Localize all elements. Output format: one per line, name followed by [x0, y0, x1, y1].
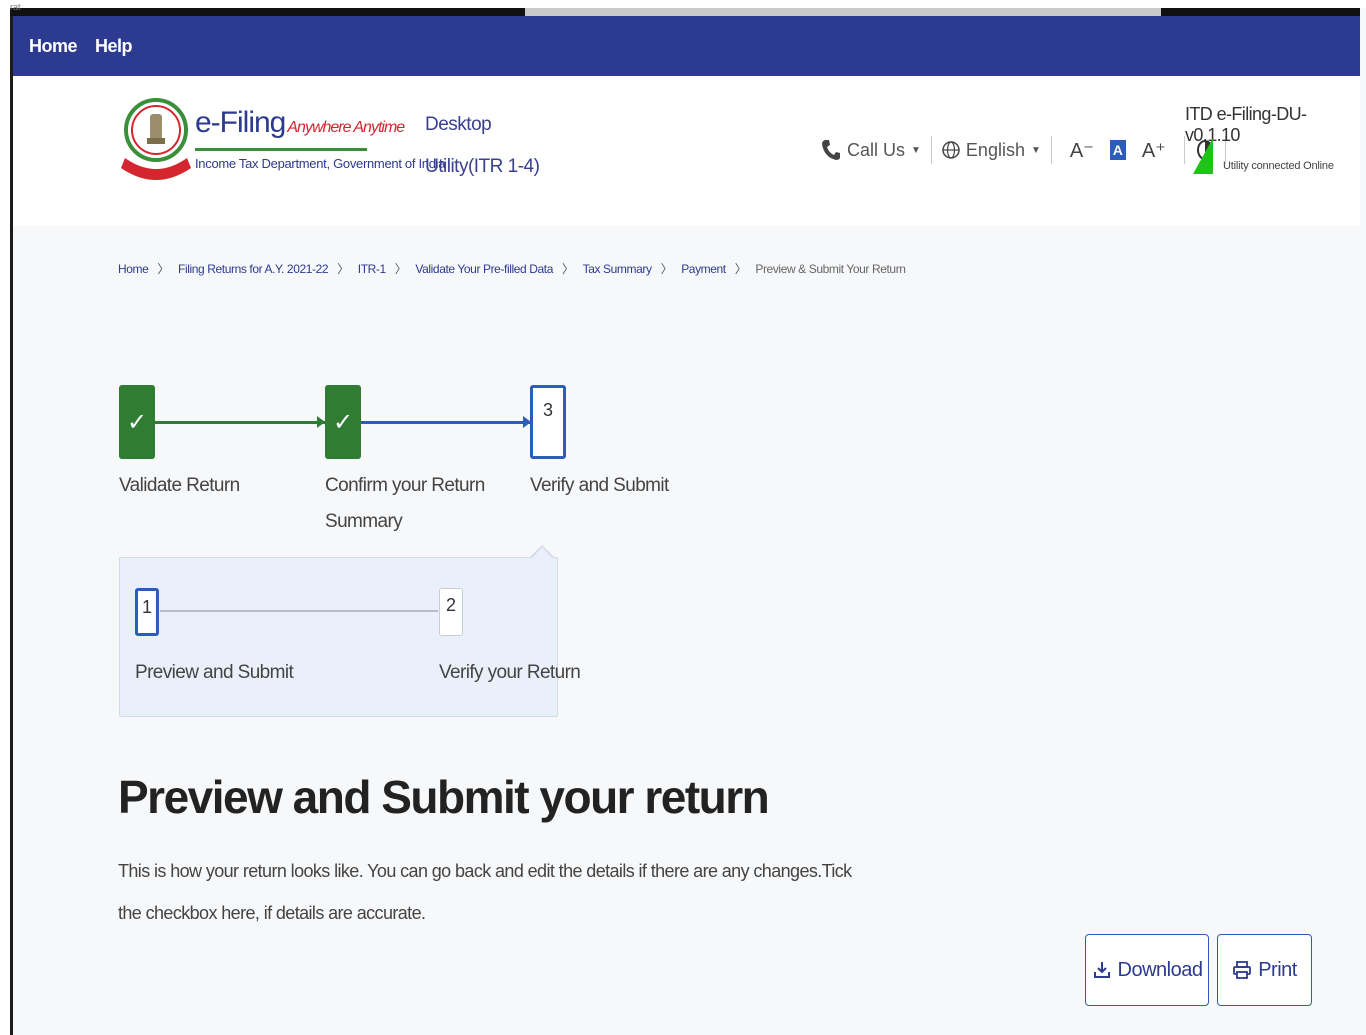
font-decrease-button[interactable]: A⁻: [1070, 138, 1094, 163]
connection-status-icon: [1193, 138, 1213, 174]
nav-help-link[interactable]: Help: [95, 36, 133, 57]
arrow-right-icon: [317, 416, 325, 428]
chevron-right-icon: 〉: [157, 262, 170, 276]
step-3-active-box: 3: [530, 385, 566, 459]
print-label: Print: [1258, 958, 1297, 981]
government-emblem-logo: [121, 98, 191, 180]
step-1-label: Validate Return: [119, 475, 240, 496]
step-2-label: Confirm your Return Summary: [325, 475, 485, 532]
breadcrumb-filing-returns[interactable]: Filing Returns for A.Y. 2021-22: [178, 262, 329, 276]
substep-panel: [119, 557, 558, 717]
breadcrumb-validate-data[interactable]: Validate Your Pre-filled Data: [415, 262, 553, 276]
language-label: English: [965, 139, 1025, 160]
font-default-button[interactable]: A: [1109, 140, 1126, 160]
language-dropdown[interactable]: English ▼: [942, 140, 1041, 161]
phone-icon: [822, 140, 840, 160]
step-3-label: Verify and Submit: [530, 475, 669, 496]
logo-title: e-Filing Anywhere Anytime: [195, 106, 405, 139]
breadcrumb-payment[interactable]: Payment: [681, 262, 726, 276]
breadcrumb-home[interactable]: Home: [118, 262, 149, 276]
substep-connector: [160, 610, 438, 612]
globe-icon: [942, 141, 960, 159]
chevron-right-icon: 〉: [562, 262, 574, 276]
chevron-right-icon: 〉: [394, 262, 407, 276]
top-navbar: Home Help: [13, 16, 1360, 76]
utility-label: Desktop Utility(ITR 1-4): [425, 114, 540, 177]
call-us-dropdown[interactable]: Call Us ▼: [821, 139, 921, 161]
breadcrumb-tax-summary[interactable]: Tax Summary: [583, 262, 652, 276]
connection-status-text: Utility connected Online: [1223, 160, 1334, 172]
breadcrumb-itr1[interactable]: ITR-1: [358, 262, 386, 276]
substep-1-box: 1: [135, 588, 159, 636]
step-2-done-box: ✓: [325, 385, 361, 459]
checkmark-icon: ✓: [126, 408, 148, 436]
printer-icon: [1233, 961, 1252, 979]
window-top-strip: [10, 8, 1360, 16]
font-increase-button[interactable]: A⁺: [1142, 138, 1166, 163]
substep-2-box: 2: [439, 588, 463, 636]
substep-2-label: Verify your Return: [439, 662, 581, 683]
chevron-right-icon: 〉: [734, 262, 747, 276]
divider: [1050, 136, 1052, 164]
breadcrumb: Home 〉 Filing Returns for A.Y. 2021-22 〉…: [118, 260, 906, 277]
step-1-done-box: ✓: [119, 385, 155, 459]
nav-home-link[interactable]: Home: [29, 36, 78, 57]
logo-underline: [195, 148, 367, 151]
download-icon: [1093, 962, 1110, 978]
download-button[interactable]: Download: [1085, 934, 1209, 1006]
substep-1-label: Preview and Submit: [135, 662, 294, 683]
download-label: Download: [1117, 958, 1203, 981]
call-us-label: Call Us: [847, 139, 906, 160]
page-title: Preview and Submit your return: [118, 771, 770, 823]
page-description: This is how your return looks like. You …: [118, 861, 852, 923]
print-button[interactable]: Print: [1217, 934, 1312, 1006]
step-connector-1: [155, 421, 325, 424]
caret-down-icon: ▼: [1030, 144, 1041, 156]
chevron-right-icon: 〉: [660, 262, 673, 276]
site-header: e-Filing Anywhere Anytime Income Tax Depa…: [13, 76, 1360, 226]
logo-subtitle: Income Tax Department, Government of Ind…: [195, 156, 446, 171]
corner-text: rat: [10, 2, 21, 12]
divider: [930, 136, 932, 164]
chevron-right-icon: 〉: [337, 262, 349, 276]
logo-tagline: Anywhere Anytime: [287, 119, 405, 136]
checkmark-icon: ✓: [332, 408, 354, 436]
header-tools: Call Us ▼ English ▼ A⁻ A A⁺: [821, 134, 1236, 166]
breadcrumb-current: Preview & Submit Your Return: [755, 261, 906, 276]
step-connector-2: [361, 421, 531, 424]
panel-notch-inner: [532, 547, 552, 558]
caret-down-icon: ▼: [911, 144, 921, 156]
window-tab-strip: [525, 8, 1161, 16]
